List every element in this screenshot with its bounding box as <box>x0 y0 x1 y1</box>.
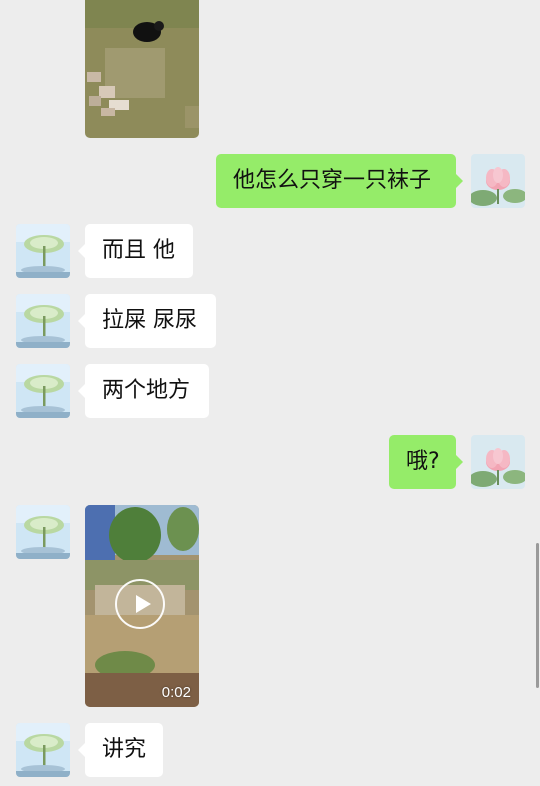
received-message-bubble[interactable]: 拉屎 尿尿 <box>78 294 216 348</box>
message-text: 哦? <box>406 449 440 474</box>
play-icon <box>136 595 151 613</box>
self-avatar[interactable] <box>471 154 525 208</box>
message-text: 拉屎 尿尿 <box>102 308 197 333</box>
received-message-bubble[interactable]: 而且 他 <box>78 224 193 278</box>
message-text: 而且 他 <box>102 238 175 263</box>
sent-message-bubble[interactable]: 哦? <box>389 435 463 489</box>
lotus-leaf-icon <box>16 723 70 777</box>
message-text: 他怎么只穿一只袜子 <box>233 168 432 193</box>
pink-lotus-icon <box>471 435 525 489</box>
pink-lotus-icon <box>471 154 525 208</box>
video-duration: 0:02 <box>161 684 191 701</box>
contact-avatar[interactable] <box>16 723 70 777</box>
play-button[interactable] <box>115 579 165 629</box>
scrollbar[interactable] <box>536 543 539 688</box>
sent-message-bubble[interactable]: 他怎么只穿一只袜子 <box>216 154 463 208</box>
contact-avatar[interactable] <box>16 294 70 348</box>
chat-area[interactable]: 他怎么只穿一只袜子 而且 他 拉屎 尿尿 两个地方 哦? 0:02 讲究 <box>0 0 540 786</box>
lotus-leaf-icon <box>16 505 70 559</box>
message-text: 讲究 <box>102 737 147 762</box>
lotus-leaf-icon <box>16 294 70 348</box>
message-text: 两个地方 <box>102 378 191 403</box>
contact-avatar[interactable] <box>16 364 70 418</box>
contact-avatar[interactable] <box>16 505 70 559</box>
received-message-bubble[interactable]: 两个地方 <box>78 364 209 418</box>
self-avatar[interactable] <box>471 435 525 489</box>
contact-avatar[interactable] <box>16 224 70 278</box>
received-image[interactable] <box>85 0 199 138</box>
lotus-leaf-icon <box>16 224 70 278</box>
received-message-bubble[interactable]: 讲究 <box>78 723 163 777</box>
lotus-leaf-icon <box>16 364 70 418</box>
received-video[interactable]: 0:02 <box>85 505 199 707</box>
